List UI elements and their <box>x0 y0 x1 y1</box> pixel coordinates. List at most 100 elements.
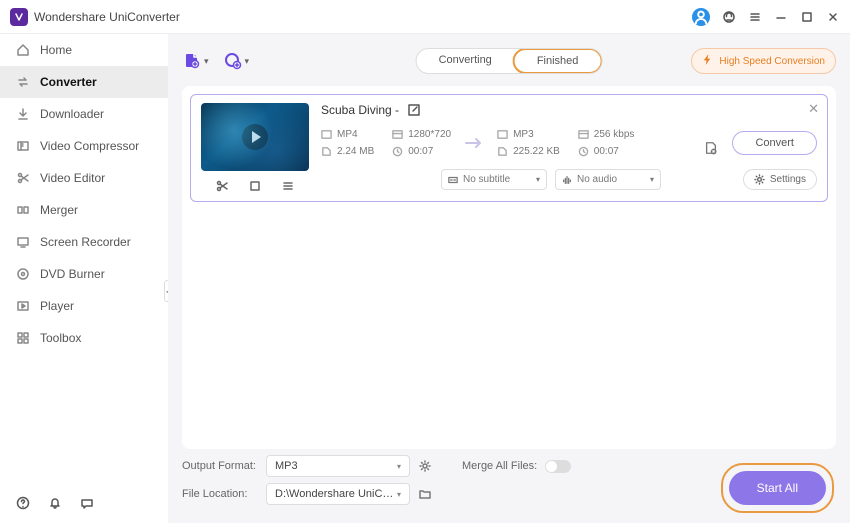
title-controls <box>692 8 840 26</box>
start-all-button[interactable]: Start All <box>729 471 826 505</box>
app-title: Wondershare UniConverter <box>34 10 180 24</box>
high-speed-button[interactable]: High Speed Conversion <box>691 48 836 74</box>
src-resolution: 1280*720 <box>408 129 451 140</box>
edit-title-icon[interactable] <box>407 103 421 117</box>
trim-icon[interactable] <box>215 179 229 193</box>
sidebar-item-dvd[interactable]: DVD Burner <box>0 258 168 290</box>
sidebar-item-editor[interactable]: Video Editor <box>0 162 168 194</box>
close-icon[interactable] <box>826 10 840 24</box>
sidebar-item-label: Home <box>40 43 72 57</box>
output-settings-icon[interactable] <box>704 141 718 155</box>
sidebar-item-label: Toolbox <box>40 331 81 345</box>
add-url-button[interactable]: ▾ <box>223 51 250 71</box>
settings-label: Settings <box>770 174 806 185</box>
add-file-icon <box>182 51 202 71</box>
sidebar-item-label: DVD Burner <box>40 267 105 281</box>
high-speed-label: High Speed Conversion <box>719 56 825 67</box>
chevron-down-icon: ▾ <box>245 56 250 67</box>
dst-format: MP3 <box>513 129 534 140</box>
file-title: Scuba Diving - <box>321 103 399 117</box>
play-icon <box>16 299 30 313</box>
titlebar: Wondershare UniConverter <box>0 0 850 34</box>
thumb-tools <box>201 179 309 193</box>
sidebar-item-recorder[interactable]: Screen Recorder <box>0 226 168 258</box>
crop-icon[interactable] <box>248 179 262 193</box>
brand: Wondershare UniConverter <box>10 8 180 26</box>
converter-icon <box>16 75 30 89</box>
bolt-icon <box>702 53 713 69</box>
grid-icon <box>16 331 30 345</box>
card-close-icon[interactable]: ✕ <box>808 101 819 117</box>
toolbar: ▾ ▾ Converting Finished High Speed Conve… <box>182 42 836 80</box>
support-icon[interactable] <box>722 10 736 24</box>
sidebar-item-label: Video Compressor <box>40 139 139 153</box>
source-specs: MP4 1280*720 2.24 MB 00:07 <box>321 129 451 157</box>
file-location-label: File Location: <box>182 488 258 500</box>
merge-toggle[interactable] <box>545 460 571 473</box>
output-format-value: MP3 <box>275 460 298 472</box>
output-format-select[interactable]: MP3 ▾ <box>266 455 410 477</box>
add-file-button[interactable]: ▾ <box>182 51 209 71</box>
bell-icon[interactable] <box>48 496 62 510</box>
app-logo <box>10 8 28 26</box>
dst-duration: 00:07 <box>594 146 619 157</box>
home-icon <box>16 43 30 57</box>
chevron-down-icon: ▾ <box>536 175 540 184</box>
src-format: MP4 <box>337 129 358 140</box>
menu-icon[interactable] <box>748 10 762 24</box>
minimize-icon[interactable] <box>774 10 788 24</box>
chevron-down-icon: ▾ <box>204 56 209 67</box>
effects-icon[interactable] <box>281 179 295 193</box>
audio-select[interactable]: No audio ▾ <box>555 169 661 190</box>
convert-button[interactable]: Convert <box>732 131 817 155</box>
file-location-value: D:\Wondershare UniConverter <box>275 488 397 500</box>
sidebar-item-home[interactable]: Home <box>0 34 168 66</box>
file-location-select[interactable]: D:\Wondershare UniConverter ▾ <box>266 483 410 505</box>
sidebar-item-label: Screen Recorder <box>40 235 131 249</box>
sidebar-item-label: Downloader <box>40 107 104 121</box>
play-overlay-icon <box>242 124 268 150</box>
sidebar-item-converter[interactable]: Converter <box>0 66 168 98</box>
subtitle-value: No subtitle <box>463 174 510 185</box>
sidebar-item-compressor[interactable]: Video Compressor <box>0 130 168 162</box>
chevron-down-icon: ▾ <box>397 462 401 471</box>
chevron-down-icon: ▾ <box>397 490 401 499</box>
video-thumbnail[interactable] <box>201 103 309 171</box>
sidebar-item-downloader[interactable]: Downloader <box>0 98 168 130</box>
disc-icon <box>16 267 30 281</box>
tab-converting[interactable]: Converting <box>417 49 514 73</box>
target-specs: MP3 256 kbps 225.22 KB 00:07 <box>497 129 634 157</box>
merge-label: Merge All Files: <box>462 460 537 472</box>
format-settings-icon[interactable] <box>418 459 432 473</box>
chevron-down-icon: ▾ <box>650 175 654 184</box>
file-settings-button[interactable]: Settings <box>743 169 817 190</box>
file-list: ✕ Scuba Diving - <box>182 86 836 449</box>
download-icon <box>16 107 30 121</box>
start-all-highlight: Start All <box>721 463 834 513</box>
maximize-icon[interactable] <box>800 10 814 24</box>
sidebar-item-player[interactable]: Player <box>0 290 168 322</box>
src-duration: 00:07 <box>408 146 433 157</box>
file-card: ✕ Scuba Diving - <box>190 94 828 202</box>
merger-icon <box>16 203 30 217</box>
src-size: 2.24 MB <box>337 146 374 157</box>
sidebar-item-label: Video Editor <box>40 171 105 185</box>
add-ring-icon <box>223 51 243 71</box>
feedback-icon[interactable] <box>80 496 94 510</box>
subtitle-select[interactable]: No subtitle ▾ <box>441 169 547 190</box>
status-tabs: Converting Finished <box>416 48 603 74</box>
sidebar-item-label: Player <box>40 299 74 313</box>
scissors-icon <box>16 171 30 185</box>
content: ▾ ▾ Converting Finished High Speed Conve… <box>168 34 850 523</box>
sidebar-item-toolbox[interactable]: Toolbox <box>0 322 168 354</box>
audio-value: No audio <box>577 174 617 185</box>
sidebar-item-label: Merger <box>40 203 78 217</box>
help-icon[interactable] <box>16 496 30 510</box>
sidebar-item-merger[interactable]: Merger <box>0 194 168 226</box>
compressor-icon <box>16 139 30 153</box>
dst-size: 225.22 KB <box>513 146 560 157</box>
open-folder-icon[interactable] <box>418 487 432 501</box>
tab-finished[interactable]: Finished <box>513 48 603 74</box>
sidebar-footer <box>0 486 168 523</box>
user-avatar[interactable] <box>692 8 710 26</box>
